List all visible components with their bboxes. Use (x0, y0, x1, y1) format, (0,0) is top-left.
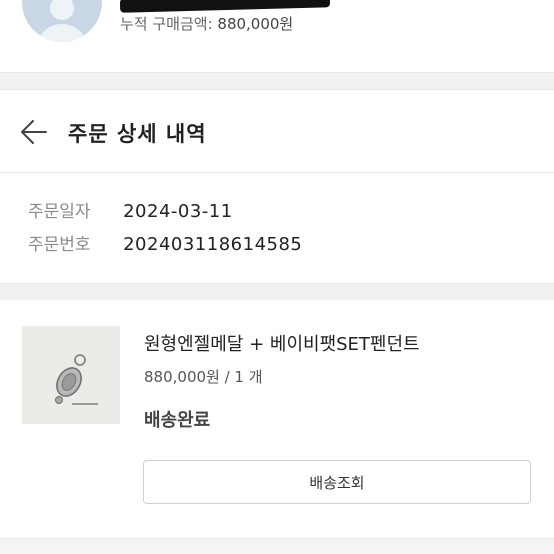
order-number-row: 주문번호 202403118614585 (28, 230, 302, 256)
order-date-label: 주문일자 (28, 202, 91, 222)
avatar (22, 0, 102, 42)
order-info: 주문일자 2024-03-11 주문번호 202403118614585 (0, 173, 554, 283)
page-header: 주문 상세 내역 (0, 90, 554, 173)
section-divider (0, 72, 554, 90)
total-purchase-amount: 880,000원 (217, 15, 294, 33)
order-product: 원형엔젤메달 + 베이비팻SET펜던트 880,000원 / 1 개 배송완료 … (0, 300, 554, 554)
arrow-left-icon[interactable] (20, 118, 48, 146)
profile-summary: 누적 구매금액: 880,000원 (0, 0, 554, 72)
delivery-status: 배송완료 (144, 410, 211, 431)
avatar-head (50, 0, 74, 20)
order-number-value: 202403118614585 (123, 234, 303, 255)
track-delivery-button[interactable]: 배송조회 (143, 460, 531, 504)
product-thumbnail[interactable] (22, 326, 120, 424)
page-title: 주문 상세 내역 (68, 122, 207, 146)
total-purchase-label: 누적 구매금액: (120, 15, 213, 33)
product-name[interactable]: 원형엔젤메달 + 베이비팻SET펜던트 (144, 330, 420, 356)
order-number-label: 주문번호 (28, 235, 91, 255)
pendant-image (22, 326, 120, 424)
order-date-value: 2024-03-11 (123, 201, 233, 222)
order-detail-screen: 누적 구매금액: 880,000원 주문 상세 내역 주문일자 2024-03-… (0, 0, 554, 554)
section-divider (0, 538, 554, 554)
avatar-body (36, 24, 88, 42)
product-price: 880,000원 / 1 개 (144, 368, 263, 386)
order-date-row: 주문일자 2024-03-11 (28, 197, 233, 223)
total-purchase: 누적 구매금액: 880,000원 (120, 13, 293, 34)
section-divider (0, 283, 554, 301)
redacted-name (119, 0, 331, 13)
